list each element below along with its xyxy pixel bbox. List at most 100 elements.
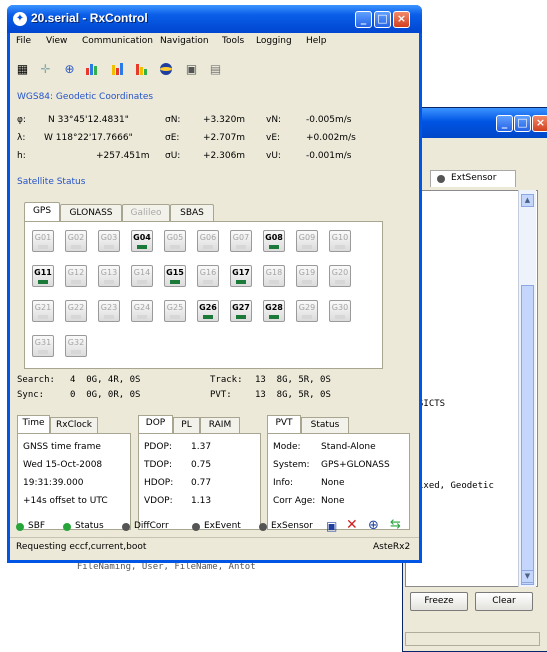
disconnect-icon[interactable]: ✕ — [346, 517, 358, 533]
close-button[interactable]: × — [532, 115, 547, 132]
signal-bar — [170, 315, 180, 319]
satellite-label: G02 — [67, 233, 85, 242]
dop-value: 1.13 — [191, 496, 212, 506]
form-icon[interactable]: ▣ — [184, 62, 199, 76]
satellite-g32[interactable]: G32 — [65, 335, 87, 357]
satellite-g10[interactable]: G10 — [329, 230, 351, 252]
scroll-thumb[interactable] — [521, 285, 534, 585]
satellite-g06[interactable]: G06 — [197, 230, 219, 252]
refresh-icon[interactable]: ⇆ — [390, 517, 401, 532]
maximize-button[interactable]: □ — [374, 11, 391, 28]
signal-chart-icon[interactable] — [110, 62, 125, 76]
satellite-g16[interactable]: G16 — [197, 265, 219, 287]
satellite-g17[interactable]: G17 — [230, 265, 252, 287]
minimize-button[interactable]: _ — [496, 115, 513, 132]
status-exsensor[interactable]: ExSensor — [271, 521, 313, 531]
satellite-g02[interactable]: G02 — [65, 230, 87, 252]
satellite-g01[interactable]: G01 — [32, 230, 54, 252]
satellite-g22[interactable]: G22 — [65, 300, 87, 322]
sbf-status-icon — [16, 523, 24, 531]
satellite-g04[interactable]: G04 — [131, 230, 153, 252]
satellite-g19[interactable]: G19 — [296, 265, 318, 287]
settings-icon[interactable]: ▤ — [208, 62, 223, 76]
status-diffcorr[interactable]: DiffCorr — [134, 521, 169, 531]
scroll-up-icon[interactable]: ▲ — [521, 194, 534, 207]
satellite-g13[interactable]: G13 — [98, 265, 120, 287]
menu-logging[interactable]: Logging — [256, 36, 292, 46]
tab-rxclock[interactable]: RxClock — [50, 417, 98, 433]
minimize-button[interactable]: _ — [355, 11, 372, 28]
search-value: 4 0G, 4R, 0S — [70, 375, 141, 385]
satellite-g14[interactable]: G14 — [131, 265, 153, 287]
satellite-g27[interactable]: G27 — [230, 300, 252, 322]
tab-raim[interactable]: RAIM — [200, 417, 240, 433]
satellite-g31[interactable]: G31 — [32, 335, 54, 357]
menu-help[interactable]: Help — [306, 36, 327, 46]
close-button[interactable]: × — [393, 11, 410, 28]
satellite-g12[interactable]: G12 — [65, 265, 87, 287]
track-value: 13 8G, 5R, 0S — [255, 375, 331, 385]
clear-button[interactable]: Clear — [475, 592, 533, 611]
scroll-down-icon[interactable]: ▼ — [521, 570, 534, 583]
status-status[interactable]: Status — [75, 521, 104, 531]
satellite-g18[interactable]: G18 — [263, 265, 285, 287]
satellite-g30[interactable]: G30 — [329, 300, 351, 322]
dop-panel: PDOP: 1.37 TDOP: 0.75 HDOP: 0.77 VDOP: 1… — [138, 433, 261, 530]
vertical-scrollbar[interactable]: ▲ ▼ — [518, 190, 536, 587]
satellite-g08[interactable]: G08 — [263, 230, 285, 252]
satellite-g28[interactable]: G28 — [263, 300, 285, 322]
satellite-g03[interactable]: G03 — [98, 230, 120, 252]
satellite-g05[interactable]: G05 — [164, 230, 186, 252]
menu-tools[interactable]: Tools — [222, 36, 244, 46]
tab-galileo[interactable]: Galileo — [122, 204, 170, 221]
satellite-g20[interactable]: G20 — [329, 265, 351, 287]
freeze-button[interactable]: Freeze — [410, 592, 468, 611]
satellite-g09[interactable]: G09 — [296, 230, 318, 252]
satellite-g26[interactable]: G26 — [197, 300, 219, 322]
menu-navigation[interactable]: Navigation — [160, 36, 209, 46]
satellite-g07[interactable]: G07 — [230, 230, 252, 252]
satellite-g25[interactable]: G25 — [164, 300, 186, 322]
satellite-g23[interactable]: G23 — [98, 300, 120, 322]
menu-view[interactable]: View — [46, 36, 67, 46]
target-icon[interactable]: ⊕ — [62, 62, 77, 76]
tab-glonass[interactable]: GLONASS — [60, 204, 122, 221]
crosshair-icon[interactable]: ✛ — [38, 62, 53, 76]
extsensor-icon — [437, 175, 445, 183]
signal-bar — [137, 245, 147, 249]
signal-bar — [38, 280, 48, 284]
maximize-button[interactable]: □ — [514, 115, 531, 132]
satellite-g21[interactable]: G21 — [32, 300, 54, 322]
satellite-g11[interactable]: G11 — [32, 265, 54, 287]
satellite-label: G08 — [265, 233, 283, 242]
tab-sbas[interactable]: SBAS — [170, 204, 214, 221]
status-message: Requesting eccf,current,boot — [16, 542, 147, 552]
tab-extsensor[interactable]: ExtSensor — [430, 170, 516, 187]
tab-dop[interactable]: DOP — [138, 415, 173, 433]
satellite-label: G01 — [34, 233, 52, 242]
save-icon[interactable]: ▣ — [326, 519, 337, 533]
bar-chart-icon[interactable] — [84, 62, 99, 76]
bg-input-field[interactable] — [405, 632, 540, 646]
satellite-g15[interactable]: G15 — [164, 265, 186, 287]
menu-file[interactable]: File — [16, 36, 31, 46]
status-sbf[interactable]: SBF — [28, 521, 45, 531]
dish-icon[interactable] — [134, 62, 149, 76]
tab-pvt[interactable]: PVT — [267, 415, 301, 433]
satellite-g24[interactable]: G24 — [131, 300, 153, 322]
tab-time[interactable]: Time — [17, 415, 50, 433]
satellite-label: G05 — [166, 233, 184, 242]
tab-status[interactable]: Status — [301, 417, 349, 433]
connect-icon[interactable]: ⊕ — [368, 518, 379, 533]
status-exevent[interactable]: ExEvent — [204, 521, 241, 531]
globe-icon[interactable] — [158, 62, 173, 76]
satellite-g29[interactable]: G29 — [296, 300, 318, 322]
menu-communication[interactable]: Communication — [82, 36, 153, 46]
signal-bar — [137, 315, 147, 319]
tab-pl[interactable]: PL — [173, 417, 200, 433]
pvt-row-value: None — [321, 496, 345, 506]
grid-icon[interactable]: ▦ — [15, 62, 30, 76]
tab-gps[interactable]: GPS — [24, 202, 60, 221]
sigma-value: +2.306m — [203, 151, 246, 161]
satellite-grid: G01 G02 G03 G04 G05 G06 G07 G08 G09 G10 G11 G12 G13 G… — [24, 221, 383, 369]
